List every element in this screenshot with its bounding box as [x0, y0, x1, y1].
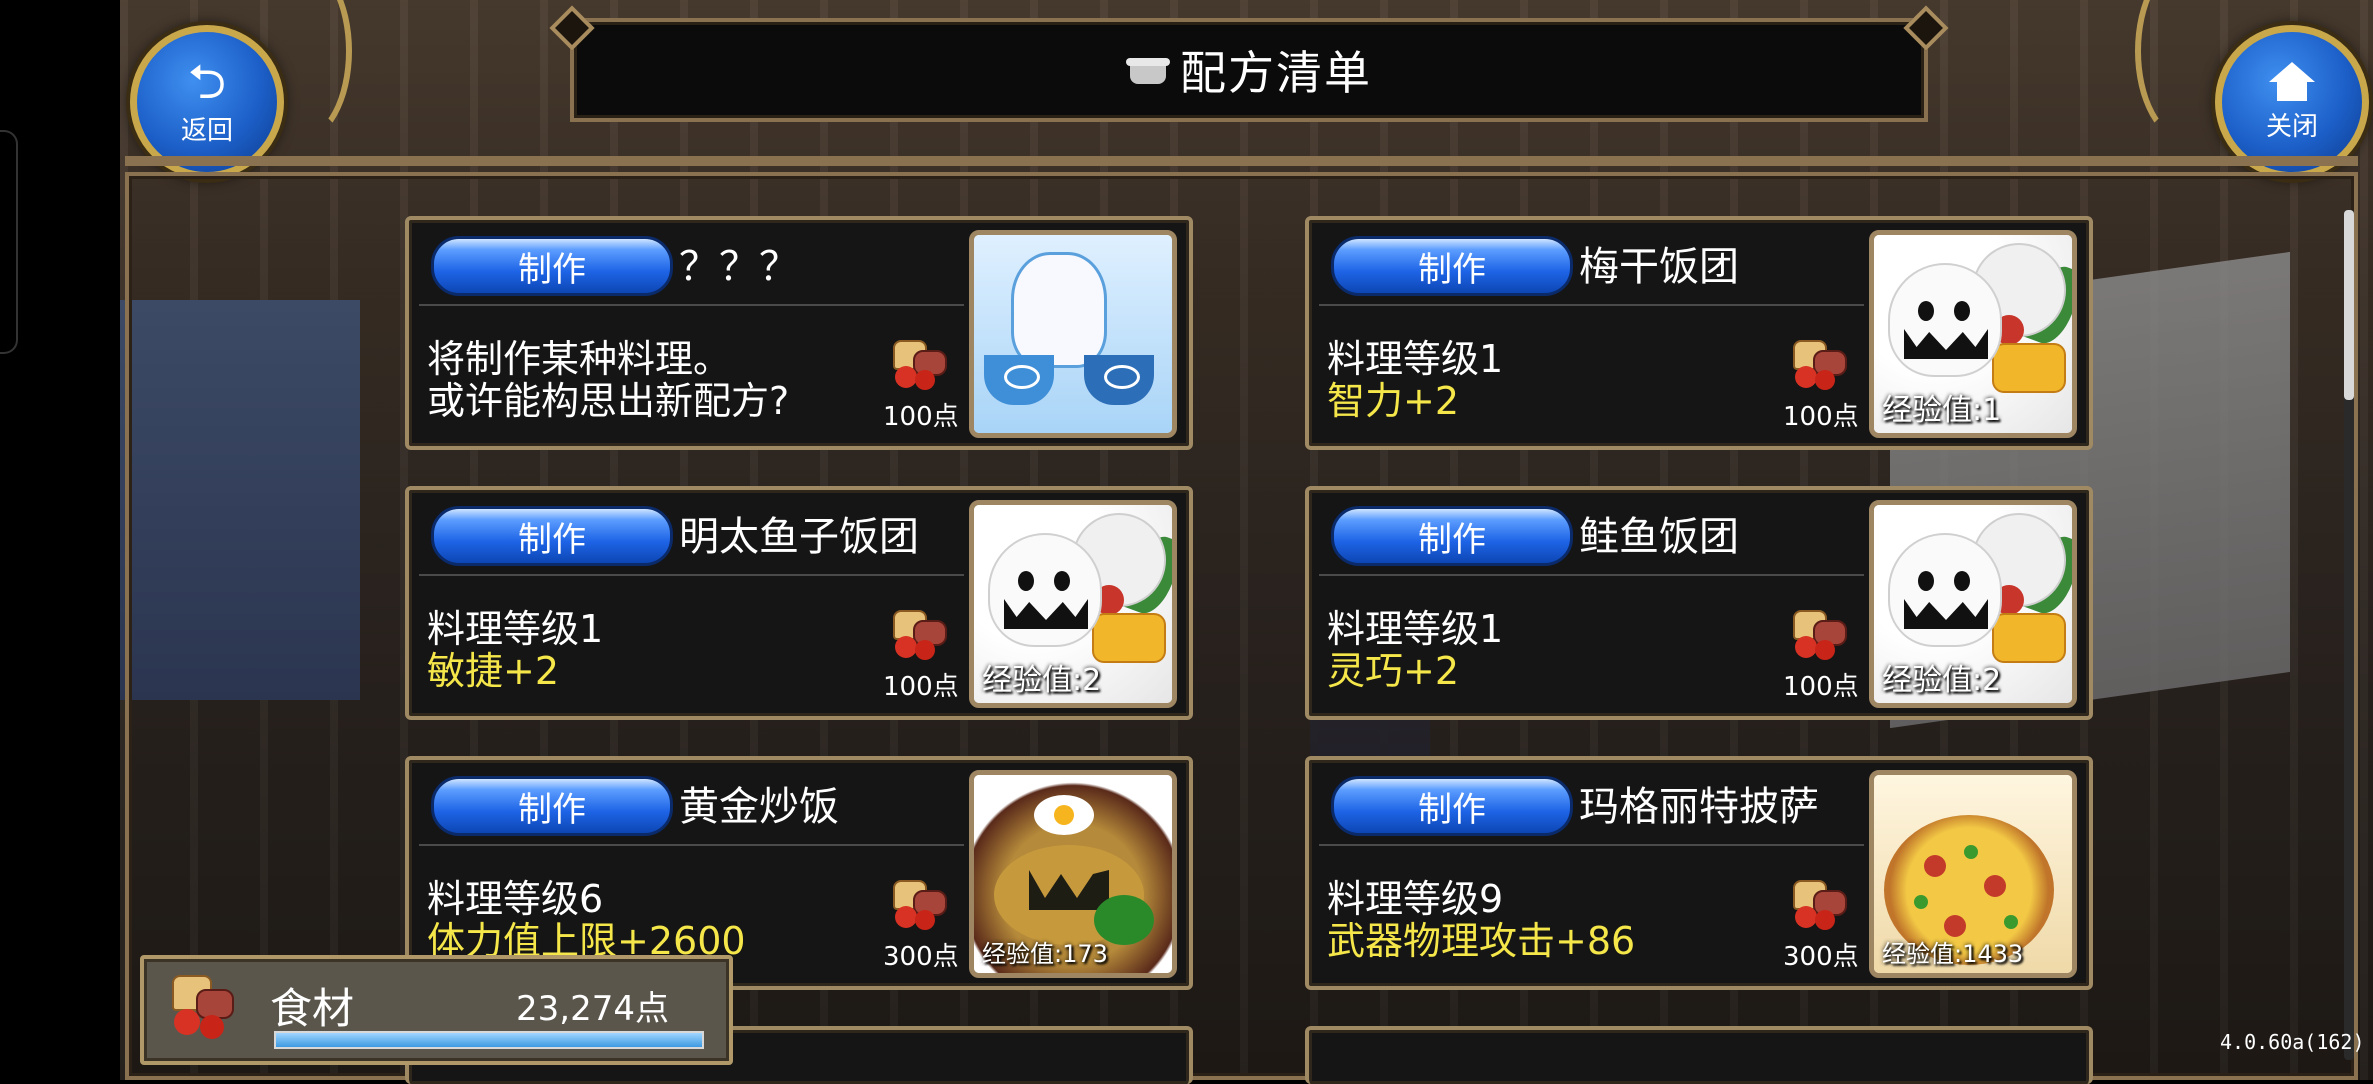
title-bar: 配方清单 [570, 18, 1928, 122]
ingredients-icon [1787, 608, 1847, 662]
exp-value: 经验值:1 [1882, 393, 2002, 428]
page-title-text: 配方清单 [1180, 46, 1372, 100]
recipe-name: 玛格丽特披萨 [1579, 784, 1819, 830]
ingredients-icon [887, 608, 947, 662]
card-divider [1319, 304, 1864, 306]
onigiri-icon [1890, 535, 2000, 645]
dish-thumbnail: 经验值:173 [969, 770, 1177, 978]
recipe-name: 明太鱼子饭团 [679, 514, 919, 560]
cooking-pot-icon [1126, 50, 1170, 90]
stat-bonus: 敏捷+2 [427, 649, 560, 693]
back-arrow-icon: ⮌ [187, 53, 227, 110]
page-title: 配方清单 [1126, 37, 1372, 103]
make-button[interactable]: 制作 [1331, 776, 1573, 836]
exp-value: 经验值:1433 [1882, 940, 2024, 968]
ingredient-cost: 100点 [1783, 402, 1859, 432]
stat-bonus: 智力+2 [1327, 379, 1460, 423]
recipe-card-partial[interactable] [1305, 1026, 2093, 1084]
ingredients-icon [1787, 338, 1847, 392]
dish-thumbnail: 经验值:2 [1869, 500, 2077, 708]
make-button[interactable]: 制作 [1331, 506, 1573, 566]
make-button[interactable]: 制作 [431, 236, 673, 296]
card-divider [419, 304, 964, 306]
recipe-card[interactable]: 制作 鲑鱼饭团 料理等级1 灵巧+2 100点 经验值:2 [1305, 486, 2093, 720]
card-divider [419, 574, 964, 576]
dish-thumbnail [969, 230, 1177, 438]
stat-bonus: 灵巧+2 [1327, 649, 1460, 693]
ingredient-cost: 100点 [883, 672, 959, 702]
stat-bonus: 武器物理攻击+86 [1327, 919, 1636, 963]
recipe-name: 黄金炒饭 [679, 784, 839, 830]
dish-thumbnail: 经验值:1 [1869, 230, 2077, 438]
recipe-list-scrollbar[interactable] [2344, 210, 2354, 1060]
version-label: 4.0.60a(162) [2220, 1030, 2365, 1054]
ingredient-cost: 300点 [1783, 942, 1859, 972]
card-divider [1319, 574, 1864, 576]
ingredients-icon [887, 338, 947, 392]
ingredients-panel: 食材 23,274点 [140, 955, 733, 1065]
ingredients-points: 23,274点 [516, 989, 669, 1029]
recipe-card[interactable]: 制作 玛格丽特披萨 料理等级9 武器物理攻击+86 300点 经验值:1433 [1305, 756, 2093, 990]
ingredients-progress-fill [276, 1033, 702, 1047]
card-divider [1319, 844, 1864, 846]
ingredients-icon [1787, 878, 1847, 932]
exp-value: 经验值:173 [982, 940, 1108, 968]
close-button-label: 关闭 [2265, 111, 2318, 142]
scrollbar-thumb[interactable] [2344, 210, 2354, 400]
recipe-description-2: 或许能构思出新配方? [427, 379, 790, 423]
ingredients-progress-bar [274, 1031, 704, 1049]
home-icon [2269, 61, 2315, 102]
recipe-card[interactable]: 制作 梅干饭团 料理等级1 智力+2 100点 经验值:1 [1305, 216, 2093, 450]
ingredients-icon [887, 878, 947, 932]
card-divider [419, 844, 964, 846]
dish-thumbnail: 经验值:1433 [1869, 770, 2077, 978]
recipe-name: 梅干饭团 [1579, 244, 1739, 290]
make-button[interactable]: 制作 [1331, 236, 1573, 296]
make-button[interactable]: 制作 [431, 506, 673, 566]
teapot-icon [1014, 255, 1104, 365]
exp-value: 经验值:2 [982, 663, 1102, 698]
ingredients-label: 食材 [270, 984, 355, 1033]
make-button[interactable]: 制作 [431, 776, 673, 836]
recipe-name: ？？？ [679, 244, 799, 290]
recipe-card[interactable]: 制作 ？？？ 将制作某种料理。 或许能构思出新配方? 100点 [405, 216, 1193, 450]
ingredient-cost: 100点 [883, 402, 959, 432]
exp-value: 经验值:2 [1882, 663, 2002, 698]
onigiri-icon [990, 535, 1100, 645]
ingredient-cost: 300点 [883, 942, 959, 972]
onigiri-icon [1890, 265, 2000, 375]
back-button-label: 返回 [180, 115, 233, 146]
dish-thumbnail: 经验值:2 [969, 500, 1177, 708]
screen-edge-notch [0, 130, 18, 354]
recipe-card[interactable]: 制作 明太鱼子饭团 料理等级1 敏捷+2 100点 经验值:2 [405, 486, 1193, 720]
ingredients-icon [164, 973, 234, 1043]
recipe-name: 鲑鱼饭团 [1579, 514, 1739, 560]
ingredient-cost: 100点 [1783, 672, 1859, 702]
